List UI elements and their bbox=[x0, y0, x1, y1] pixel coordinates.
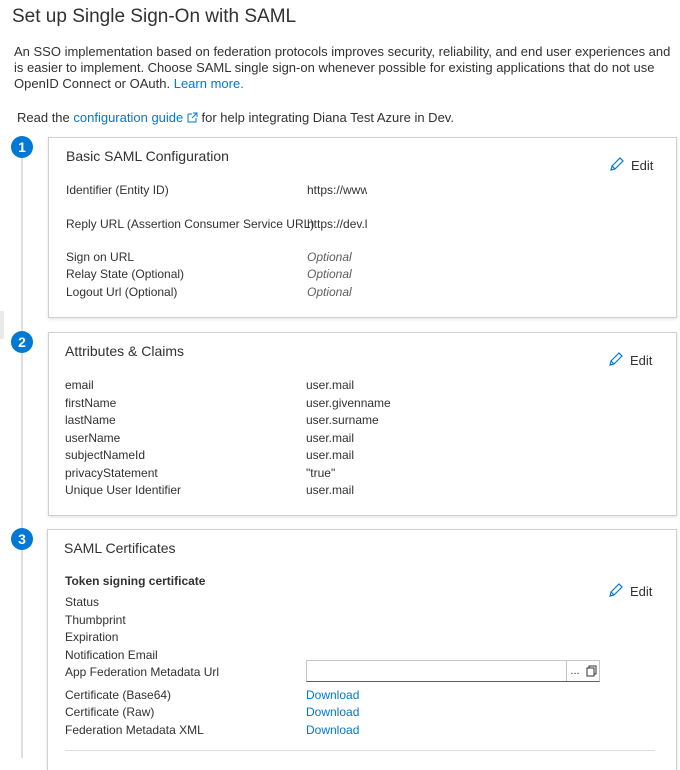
row-label: Expiration bbox=[65, 630, 119, 644]
token-signing-certificate-heading: Token signing certificate bbox=[65, 574, 206, 588]
claim-name: Unique User Identifier bbox=[65, 483, 182, 497]
row-value: Optional bbox=[307, 267, 352, 281]
row-label: Status bbox=[65, 595, 100, 609]
claim-name: userName bbox=[65, 431, 121, 445]
row-label: Federation Metadata XML bbox=[65, 723, 204, 737]
row-label: Notification Email bbox=[65, 648, 158, 662]
step-number-3: 3 bbox=[11, 528, 33, 550]
card-title: SAML Certificates bbox=[64, 540, 176, 556]
edit-button[interactable]: Edit bbox=[608, 351, 652, 370]
card-title: Basic SAML Configuration bbox=[66, 148, 229, 164]
claim-name: lastName bbox=[65, 413, 116, 427]
step-number-2: 2 bbox=[11, 331, 33, 353]
row-label: Sign on URL bbox=[66, 250, 135, 264]
claim-name: privacyStatement bbox=[65, 466, 158, 480]
row-label: Reply URL (Assertion Consumer Service UR… bbox=[66, 217, 315, 231]
pencil-icon bbox=[609, 156, 625, 175]
edit-label: Edit bbox=[630, 584, 653, 599]
claim-value: "true" bbox=[306, 466, 336, 480]
row-label: Identifier (Entity ID) bbox=[66, 183, 169, 197]
step-connector bbox=[21, 549, 23, 758]
claim-name: firstName bbox=[65, 396, 117, 410]
row-label: Relay State (Optional) bbox=[66, 267, 185, 281]
edit-button[interactable]: Edit bbox=[609, 156, 653, 175]
attributes-claims-card: Attributes & Claims Edit email user.mail… bbox=[48, 332, 677, 516]
more-icon[interactable]: ... bbox=[567, 661, 583, 681]
external-link-icon[interactable] bbox=[187, 111, 198, 126]
row-label: App Federation Metadata Url bbox=[65, 665, 220, 679]
divider bbox=[65, 750, 655, 751]
claim-value: user.mail bbox=[306, 483, 355, 497]
row-label: Logout Url (Optional) bbox=[66, 285, 178, 299]
basic-saml-configuration-card: Basic SAML Configuration Edit Identifier… bbox=[48, 137, 677, 318]
step-connector bbox=[21, 157, 23, 331]
row-label: Certificate (Raw) bbox=[65, 705, 155, 719]
edit-label: Edit bbox=[630, 353, 653, 368]
read-suffix: for help integrating Diana Test Azure in… bbox=[201, 110, 454, 125]
read-prefix: Read the bbox=[17, 110, 70, 125]
row-value: Optional bbox=[307, 285, 352, 299]
step-connector bbox=[21, 352, 23, 528]
claim-value: user.mail bbox=[306, 431, 355, 445]
row-value: https://www bbox=[307, 183, 367, 197]
download-metadata-xml-link[interactable]: Download bbox=[306, 723, 359, 737]
claim-value: user.givenname bbox=[306, 396, 391, 410]
claim-name: subjectNameId bbox=[65, 448, 146, 462]
copy-icon[interactable] bbox=[583, 661, 599, 681]
row-value: Optional bbox=[307, 250, 352, 264]
page-title: Set up Single Sign-On with SAML bbox=[12, 6, 297, 27]
card-title: Attributes & Claims bbox=[65, 343, 185, 359]
app-federation-metadata-url-field[interactable]: ... bbox=[306, 660, 600, 682]
scrollbar-thumb[interactable] bbox=[0, 311, 4, 339]
claim-value: user.mail bbox=[306, 448, 355, 462]
claim-name: email bbox=[65, 378, 94, 392]
intro-text: An SSO implementation based on federatio… bbox=[14, 44, 680, 92]
edit-button[interactable]: Edit bbox=[608, 582, 652, 601]
claim-value: user.mail bbox=[306, 378, 355, 392]
intro-description: An SSO implementation based on federatio… bbox=[14, 44, 671, 91]
row-value: https://dev.l bbox=[307, 217, 367, 231]
learn-more-link[interactable]: Learn more. bbox=[174, 76, 244, 91]
claim-value: user.surname bbox=[306, 413, 379, 427]
edit-label: Edit bbox=[631, 158, 654, 173]
row-label: Certificate (Base64) bbox=[65, 688, 172, 702]
download-base64-link[interactable]: Download bbox=[306, 688, 359, 702]
configuration-guide-link[interactable]: configuration guide bbox=[73, 110, 183, 125]
configuration-guide-line: Read the configuration guide for help in… bbox=[17, 110, 454, 126]
pencil-icon bbox=[608, 351, 624, 370]
download-raw-link[interactable]: Download bbox=[306, 705, 359, 719]
pencil-icon bbox=[608, 582, 624, 601]
saml-certificates-card: SAML Certificates Token signing certific… bbox=[47, 529, 677, 770]
row-label: Thumbprint bbox=[65, 613, 126, 627]
step-number-1: 1 bbox=[11, 136, 33, 158]
